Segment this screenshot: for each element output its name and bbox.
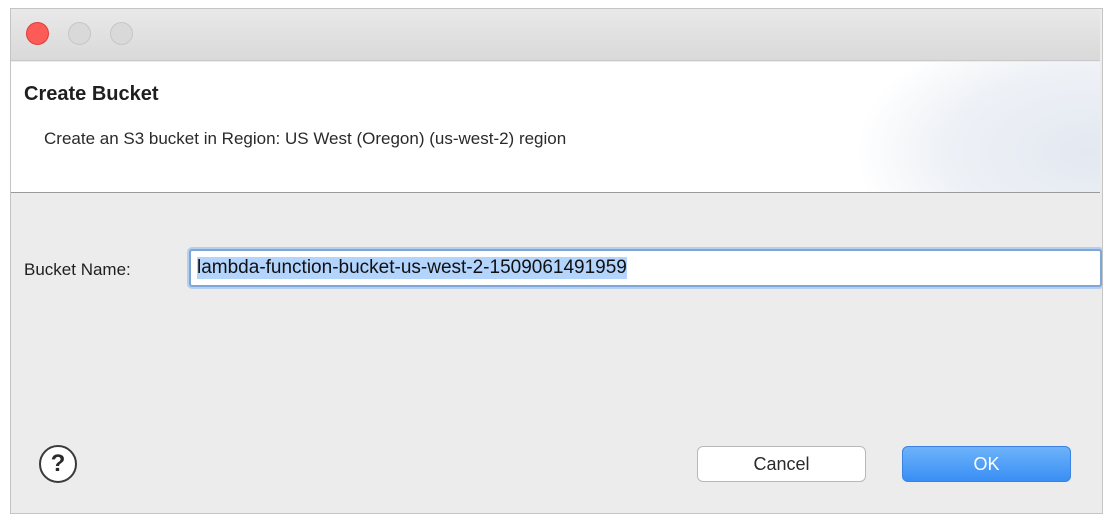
maximize-icon[interactable] (110, 22, 133, 45)
dialog-header: Create Bucket Create an S3 bucket in Reg… (11, 62, 1100, 193)
cancel-button[interactable]: Cancel (697, 446, 866, 482)
dialog-subtitle: Create an S3 bucket in Region: US West (… (44, 129, 567, 148)
close-icon[interactable] (26, 22, 49, 45)
minimize-icon[interactable] (68, 22, 91, 45)
bucket-name-label: Bucket Name: (24, 260, 131, 279)
dialog-title: Create Bucket (24, 83, 159, 105)
header-decoration (860, 62, 1100, 192)
ok-button[interactable]: OK (902, 446, 1071, 482)
help-button[interactable]: ? (39, 445, 77, 483)
question-mark-icon: ? (50, 450, 66, 477)
title-bar (11, 9, 1100, 61)
bucket-name-input[interactable] (189, 249, 1102, 287)
create-bucket-dialog: Create Bucket Create an S3 bucket in Reg… (10, 8, 1103, 514)
